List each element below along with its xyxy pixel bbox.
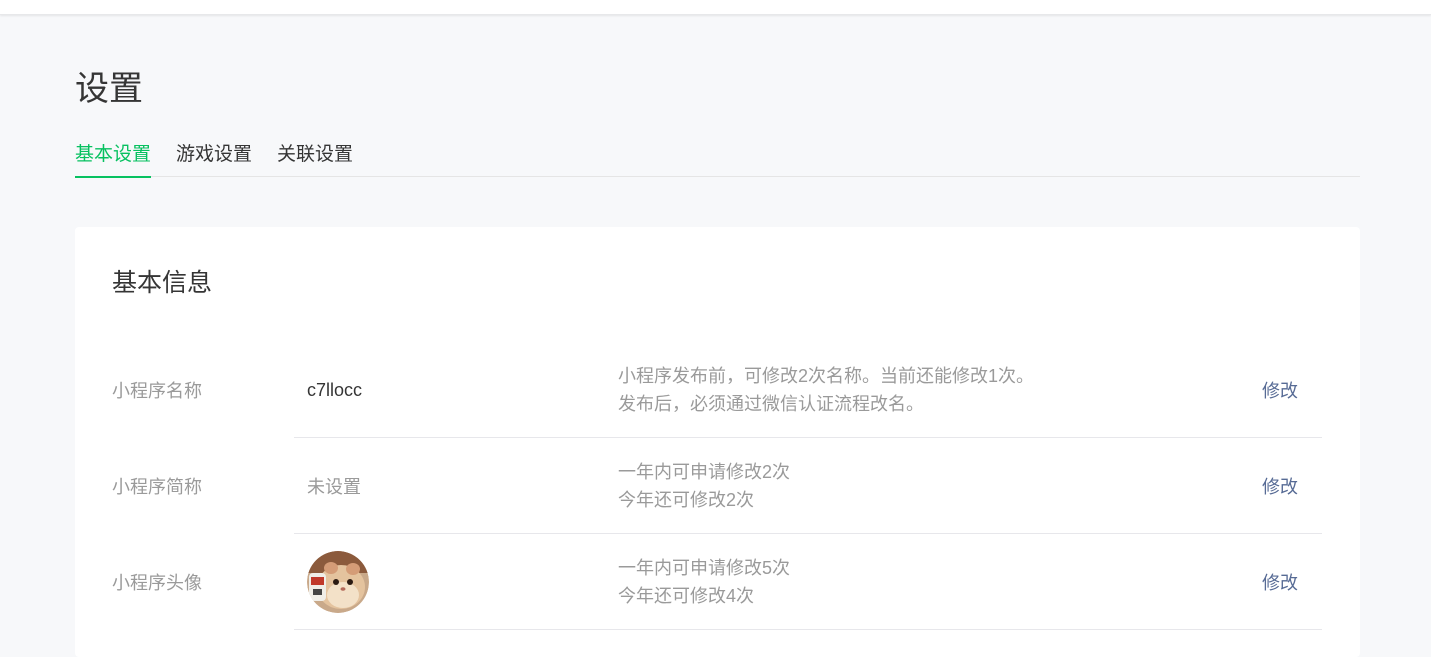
description-line: 小程序发布前，可修改2次名称。当前还能修改1次。	[618, 366, 1035, 386]
row-label: 小程序名称	[112, 381, 202, 401]
description-line: 今年还可修改4次	[618, 586, 755, 606]
modify-avatar-link[interactable]: 修改	[1262, 534, 1298, 630]
modify-name-link[interactable]: 修改	[1262, 342, 1298, 438]
row-mini-program-name: 小程序名称 c7llocc 小程序发布前，可修改2次名称。当前还能修改1次。 发…	[112, 342, 1322, 438]
row-mini-program-short-name: 小程序简称 未设置 一年内可申请修改2次 今年还可修改2次 修改	[112, 438, 1322, 534]
description-line: 今年还可修改2次	[618, 490, 755, 510]
tab-basic-settings[interactable]: 基本设置	[75, 136, 152, 178]
row-label: 小程序简称	[112, 477, 202, 497]
description-line: 一年内可申请修改2次	[618, 462, 791, 482]
short-name-value: 未设置	[307, 477, 361, 497]
modify-short-name-link[interactable]: 修改	[1262, 438, 1298, 534]
description-line: 发布后，必须通过微信认证流程改名。	[618, 394, 924, 414]
description-line: 一年内可申请修改5次	[618, 558, 791, 578]
row-mini-program-avatar: 小程序头像 一年内可申请修改5次 今年还可修改4次 修改	[112, 534, 1322, 630]
page-title: 设置	[75, 70, 143, 108]
row-description: 一年内可申请修改2次 今年还可修改2次	[618, 438, 790, 534]
row-content: 一年内可申请修改5次 今年还可修改4次 修改	[294, 534, 1322, 630]
row-description: 小程序发布前，可修改2次名称。当前还能修改1次。 发布后，必须通过微信认证流程改…	[618, 342, 1034, 438]
section-title: 基本信息	[112, 269, 213, 297]
tab-game-settings[interactable]: 游戏设置	[176, 136, 252, 176]
row-description: 一年内可申请修改5次 今年还可修改4次	[618, 534, 790, 630]
basic-info-card: 基本信息 小程序名称 c7llocc 小程序发布前，可修改2次名称。当前还能修改…	[75, 227, 1360, 657]
settings-tabs: 基本设置 游戏设置 关联设置	[75, 136, 1360, 178]
row-content: c7llocc 小程序发布前，可修改2次名称。当前还能修改1次。 发布后，必须通…	[294, 342, 1322, 438]
row-label: 小程序头像	[112, 573, 202, 593]
avatar-value	[307, 534, 369, 630]
tab-association-settings[interactable]: 关联设置	[277, 136, 353, 176]
row-content: 未设置 一年内可申请修改2次 今年还可修改2次 修改	[294, 438, 1322, 534]
top-navigation-bar	[0, 0, 1431, 15]
hamster-avatar-image	[307, 551, 369, 613]
mini-program-name-value: c7llocc	[307, 379, 363, 400]
